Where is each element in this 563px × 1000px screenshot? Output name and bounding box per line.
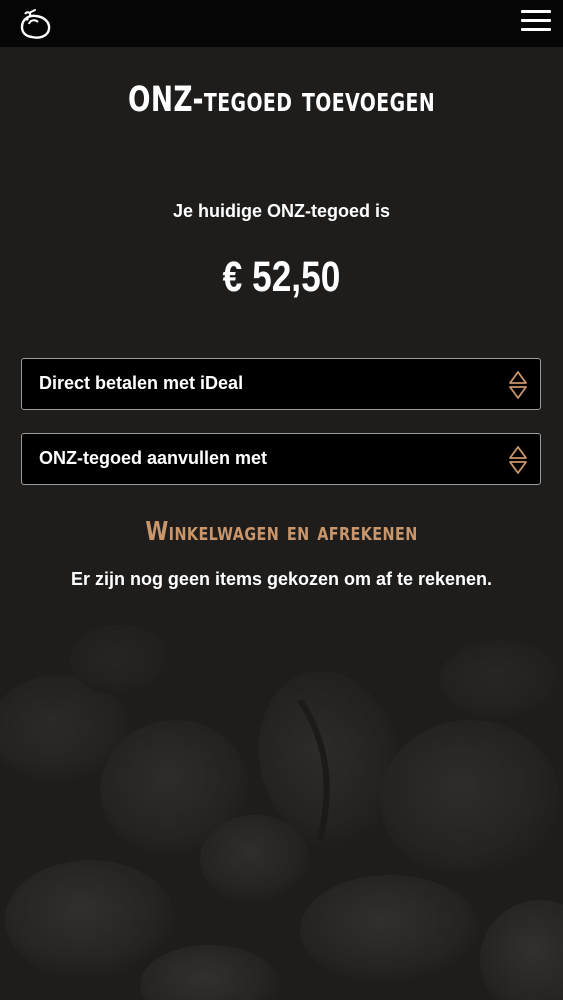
onz-logo-icon[interactable] [16, 8, 56, 42]
balance-label: Je huidige ONZ-tegoed is [172, 201, 391, 221]
balance-amount: € 52,50 [222, 253, 341, 301]
coffee-beans-background [0, 0, 563, 1000]
topup-select[interactable]: ONZ-tegoed aanvullen met [21, 433, 541, 485]
hamburger-menu-icon[interactable] [521, 10, 551, 36]
payment-method-select[interactable]: Direct betalen met iDeal [21, 358, 541, 410]
select-arrows-icon [509, 371, 527, 399]
page-title: ONZ-tegoed toevoegen [127, 80, 436, 120]
cart-empty-message: Er zijn nog geen items gekozen om af te … [70, 569, 493, 589]
topup-selected: ONZ-tegoed aanvullen met [39, 448, 268, 468]
cart-title: Winkelwagen en afrekenen [145, 517, 418, 547]
payment-method-selected: Direct betalen met iDeal [39, 373, 244, 393]
top-navigation-bar [0, 0, 563, 47]
page: ONZ-tegoed toevoegen Je huidige ONZ-tego… [0, 0, 563, 1000]
select-arrows-icon [509, 446, 527, 474]
